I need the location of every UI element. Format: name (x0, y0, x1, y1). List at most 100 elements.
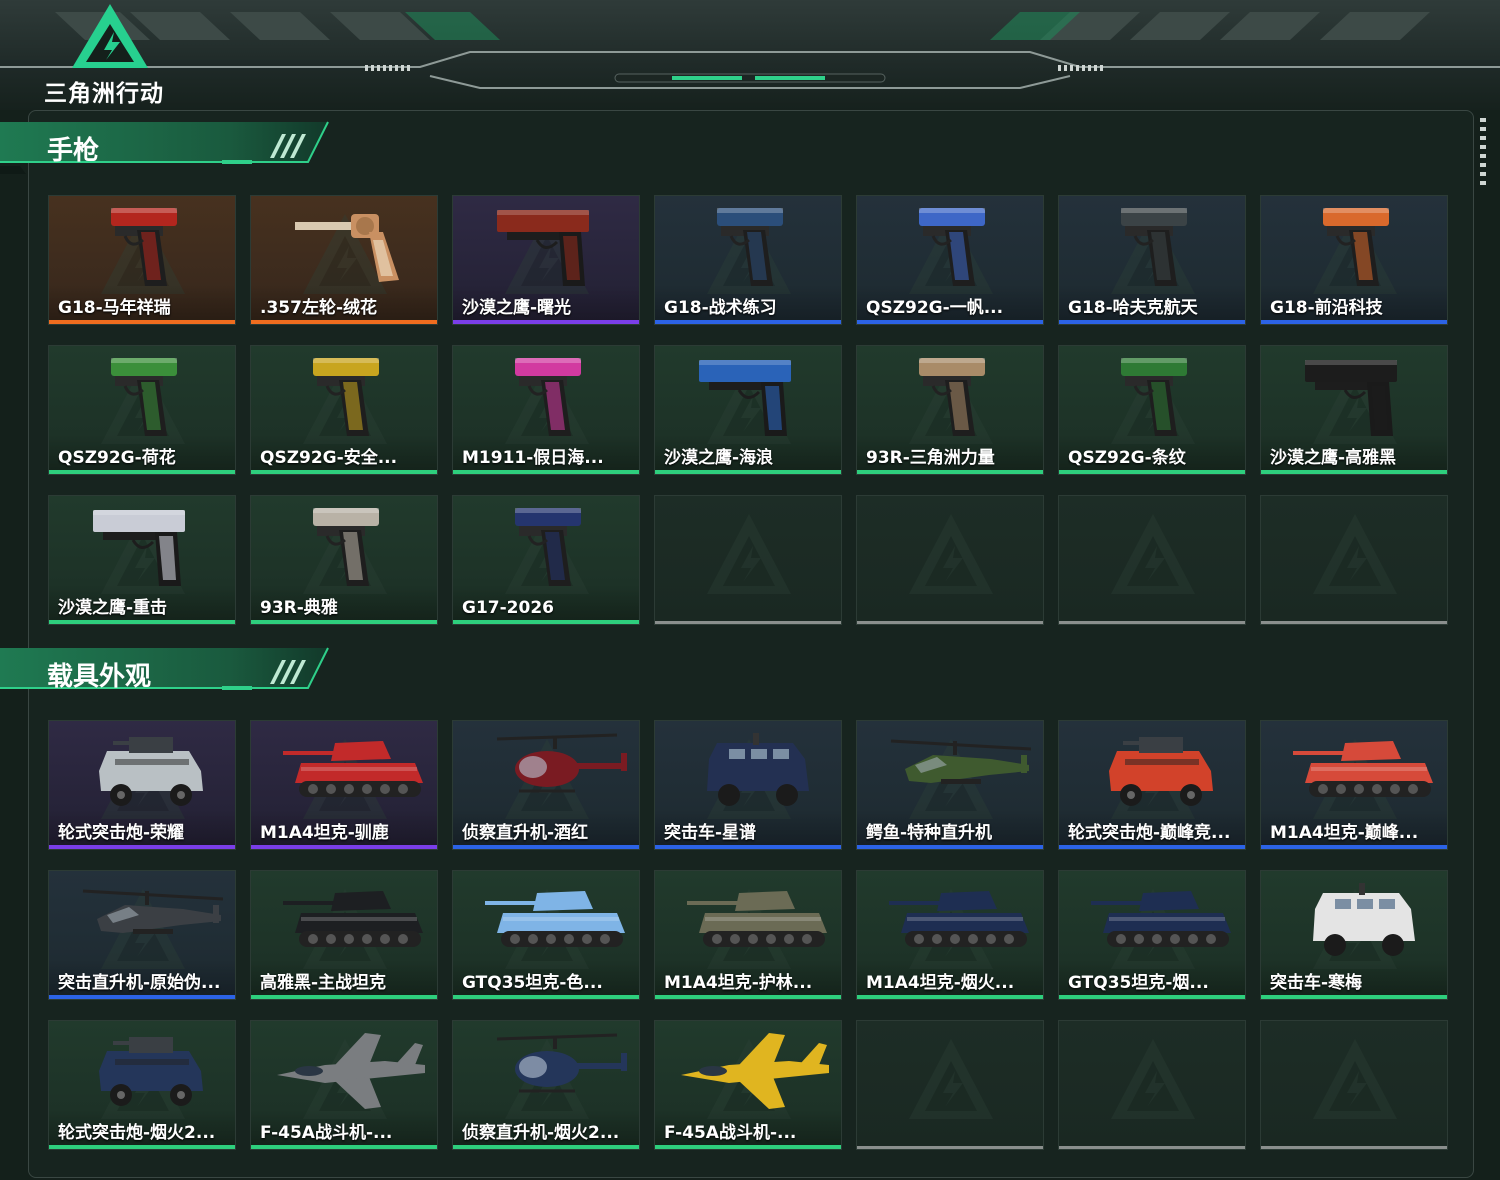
skin-card[interactable]: M1A4坦克-烟火... (856, 870, 1044, 1000)
skin-name: M1911-假日海... (462, 448, 604, 468)
skin-card[interactable]: G18-马年祥瑞 (48, 195, 236, 325)
skin-name: F-45A战斗机-... (260, 1123, 393, 1143)
pistol-skin-icon (717, 208, 783, 286)
skin-card[interactable]: 突击车-寒梅 (1260, 870, 1448, 1000)
pistol-skin-icon (515, 358, 581, 436)
skin-card[interactable]: G18-战术练习 (654, 195, 842, 325)
skin-card[interactable]: M1A4坦克-护林... (654, 870, 842, 1000)
placeholder-logo-icon (909, 514, 993, 594)
rarity-bar (251, 1145, 437, 1149)
skin-name: 沙漠之鹰-海浪 (664, 448, 774, 468)
skin-card[interactable]: .357左轮-绒花 (250, 195, 438, 325)
empty-slot (654, 495, 842, 625)
skin-card[interactable]: 侦察直升机-烟火2... (452, 1020, 640, 1150)
skin-card[interactable]: 沙漠之鹰-曙光 (452, 195, 640, 325)
delta-logo-icon (72, 4, 148, 68)
wheeled-skin-icon (1109, 737, 1213, 806)
rarity-bar (251, 845, 437, 849)
rarity-bar (1261, 995, 1447, 999)
rarity-bar (453, 470, 639, 474)
empty-slot (856, 1020, 1044, 1150)
pistol-skin-grid: G18-马年祥瑞 .357左轮-绒花 沙漠之鹰-曙光 G18-战术练习 QSZ9… (48, 195, 1450, 625)
placeholder-logo-icon (1111, 514, 1195, 594)
skin-name: F-45A战斗机-... (664, 1123, 797, 1143)
rarity-bar (1059, 1146, 1245, 1149)
rarity-bar (1261, 1146, 1447, 1149)
skin-card[interactable]: 轮式突击炮-荣耀 (48, 720, 236, 850)
skin-card[interactable]: F-45A战斗机-... (250, 1020, 438, 1150)
skin-card[interactable]: 沙漠之鹰-重击 (48, 495, 236, 625)
deagle-skin-icon (93, 510, 185, 586)
pistol-skin-icon (1121, 358, 1187, 436)
section-header-vehicles: 载具外观 (0, 646, 340, 704)
scrollbar-indicator[interactable] (1480, 118, 1486, 188)
rarity-bar (453, 1145, 639, 1149)
logo-text: 三角洲行动 (44, 80, 164, 106)
skin-card[interactable]: 93R-三角洲力量 (856, 345, 1044, 475)
skin-name: G18-马年祥瑞 (58, 298, 171, 318)
pistol-skin-icon (1121, 208, 1187, 286)
empty-slot (1260, 1020, 1448, 1150)
section-title: 载具外观 (47, 662, 152, 692)
skin-card[interactable]: 93R-典雅 (250, 495, 438, 625)
top-banner: 三角洲行动 (0, 0, 1500, 110)
skin-card[interactable]: 轮式突击炮-巅峰竞... (1058, 720, 1246, 850)
skin-card[interactable]: 高雅黑-主战坦克 (250, 870, 438, 1000)
skin-name: QSZ92G-安全... (260, 448, 398, 468)
skin-card[interactable]: M1A4坦克-巅峰... (1260, 720, 1448, 850)
skin-name: QSZ92G-一帆... (866, 298, 1004, 318)
truck-skin-icon (1313, 883, 1415, 956)
skin-card[interactable]: M1A4坦克-驯鹿 (250, 720, 438, 850)
pistol-skin-icon (313, 508, 379, 586)
skin-name: GTQ35坦克-色... (462, 973, 603, 993)
skin-name: 轮式突击炮-荣耀 (58, 823, 185, 843)
tank-skin-icon (889, 891, 1029, 947)
skin-card[interactable]: 沙漠之鹰-海浪 (654, 345, 842, 475)
rarity-bar (49, 620, 235, 624)
skin-name: 93R-三角洲力量 (866, 448, 995, 468)
placeholder-logo-icon (1313, 1039, 1397, 1119)
rarity-bar (1261, 470, 1447, 474)
pistol-skin-icon (515, 508, 581, 586)
skin-card[interactable]: GTQ35坦克-色... (452, 870, 640, 1000)
skin-card[interactable]: 轮式突击炮-烟火2... (48, 1020, 236, 1150)
skin-card[interactable]: 突击直升机-原始伪... (48, 870, 236, 1000)
skin-card[interactable]: 突击车-星谱 (654, 720, 842, 850)
skin-name: G18-战术练习 (664, 298, 777, 318)
skin-card[interactable]: 沙漠之鹰-高雅黑 (1260, 345, 1448, 475)
skin-card[interactable]: GTQ35坦克-烟... (1058, 870, 1246, 1000)
skin-name: 沙漠之鹰-曙光 (462, 298, 572, 318)
pistol-skin-icon (313, 358, 379, 436)
skin-card[interactable]: QSZ92G-安全... (250, 345, 438, 475)
attackheli-skin-icon (82, 889, 223, 934)
revolver-skin-icon (295, 214, 399, 282)
rarity-bar (1059, 320, 1245, 324)
rarity-bar (655, 320, 841, 324)
tank-skin-icon (1091, 891, 1231, 947)
skin-card[interactable]: 侦察直升机-酒红 (452, 720, 640, 850)
skin-card[interactable]: G18-前沿科技 (1260, 195, 1448, 325)
rarity-bar (251, 470, 437, 474)
rarity-bar (857, 845, 1043, 849)
rarity-bar (453, 320, 639, 324)
rarity-bar (1059, 845, 1245, 849)
skin-name: M1A4坦克-护林... (664, 973, 813, 993)
placeholder-logo-icon (707, 514, 791, 594)
placeholder-logo-icon (1313, 514, 1397, 594)
skin-name: G18-哈夫克航天 (1068, 298, 1198, 318)
skin-card[interactable]: G18-哈夫克航天 (1058, 195, 1246, 325)
skin-card[interactable]: QSZ92G-条纹 (1058, 345, 1246, 475)
truck-skin-icon (707, 733, 809, 806)
empty-slot (1058, 495, 1246, 625)
rarity-bar (655, 995, 841, 999)
skin-card[interactable]: F-45A战斗机-... (654, 1020, 842, 1150)
rarity-bar (1261, 845, 1447, 849)
rarity-bar (49, 995, 235, 999)
placeholder-logo-icon (909, 1039, 993, 1119)
skin-card[interactable]: 鳄鱼-特种直升机 (856, 720, 1044, 850)
tank-skin-icon (283, 891, 423, 947)
skin-card[interactable]: G17-2026 (452, 495, 640, 625)
skin-card[interactable]: M1911-假日海... (452, 345, 640, 475)
skin-card[interactable]: QSZ92G-一帆... (856, 195, 1044, 325)
skin-card[interactable]: QSZ92G-荷花 (48, 345, 236, 475)
